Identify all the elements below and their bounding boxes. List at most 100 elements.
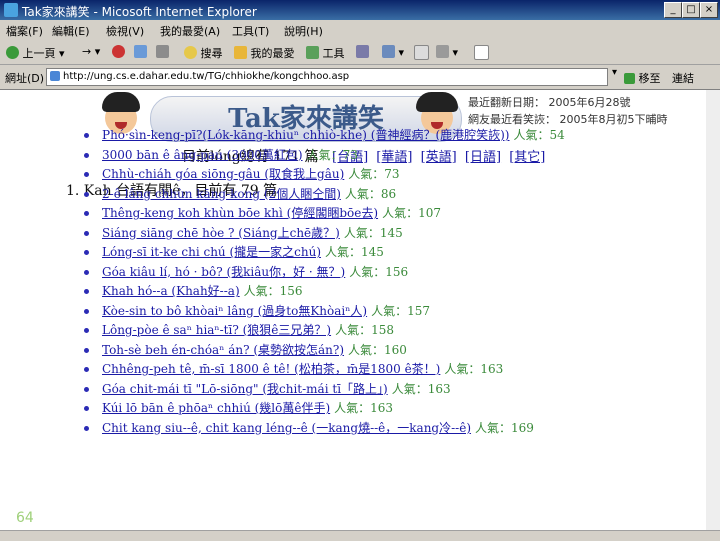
window-title: Tak家來講笑 - Micosoft Internet Explorer: [22, 5, 257, 19]
joke-link[interactable]: Chit kang siu--ê, chit kang léng--ê (一ka…: [102, 421, 471, 435]
joke-link[interactable]: 2-ê lâng chhùn kāng-kong (2個人睏仝間): [102, 187, 341, 201]
page-number: 64: [16, 510, 34, 526]
list-item: Kúi lō bān ê phōaⁿ chhiú (幾lō萬ê伴手) 人氣：163: [84, 399, 565, 419]
bullet-icon: [84, 269, 89, 275]
last-updated: 最近翻新日期： 2005年6月28號: [468, 96, 631, 109]
mail-icon: [414, 45, 429, 60]
bullet-icon: [84, 328, 89, 333]
minimize-button[interactable]: _: [664, 2, 682, 18]
popularity-count: 人氣：156: [243, 284, 303, 298]
stop-button[interactable]: [112, 45, 125, 59]
list-item: 2-ê lâng chhùn kāng-kong (2個人睏仝間) 人氣：86: [84, 185, 565, 205]
list-item: Thêng-keng koh khùn bōe khì (停經閣睏bōe去) 人氣…: [84, 204, 565, 224]
joke-link[interactable]: Kúi lō bān ê phōaⁿ chhiú (幾lō萬ê伴手): [102, 401, 330, 415]
menu-view[interactable]: 檢視(V): [106, 23, 144, 39]
search-button[interactable]: 搜尋: [184, 45, 223, 61]
favorites-button[interactable]: 我的最愛: [234, 45, 295, 61]
edit-page-icon: [474, 45, 489, 60]
mail-button[interactable]: [414, 45, 429, 61]
joke-link[interactable]: Lông-pòe ê saⁿ hiaⁿ-tī? (狼狽ê三兄弟？): [102, 323, 331, 337]
page-icon: [50, 71, 60, 81]
popularity-count: 人氣：86: [344, 186, 397, 201]
update-info: 最近翻新日期： 2005年6月28號 網友最近看笑詼： 2005年8月初5下晡時: [468, 94, 668, 128]
bullet-icon: [84, 152, 89, 158]
list-item: Góa chit-mái tī "Lō-siōng" (我chit-mái tī…: [84, 380, 565, 400]
toolbar: 上一頁 ▾ → ▾ 搜尋 我的最愛 工具 ▾ ▾: [0, 40, 720, 65]
stop-icon: [112, 45, 125, 58]
back-arrow-icon: [6, 46, 19, 59]
close-button[interactable]: ×: [700, 2, 718, 18]
joke-link[interactable]: 3000 bān ê âng-pau (3000萬紅包): [102, 148, 303, 162]
bullet-icon: [84, 250, 89, 255]
joke-link[interactable]: Kòe-sin to bô khòaiⁿ lâng (過身to無Khòaiⁿ人): [102, 304, 367, 318]
list-item: Lông-pòe ê saⁿ hiaⁿ-tī? (狼狽ê三兄弟？) 人氣：158: [84, 321, 565, 341]
back-button[interactable]: 上一頁 ▾: [6, 45, 65, 61]
maximize-button[interactable]: □: [682, 2, 700, 18]
history-button[interactable]: ▾: [382, 45, 404, 59]
address-label: 網址(D): [5, 72, 45, 85]
popularity-count: 人氣：54: [513, 128, 565, 142]
popularity-count: 人氣：163: [444, 362, 504, 376]
go-button[interactable]: 移至: [624, 70, 661, 86]
links-button[interactable]: 連結: [672, 70, 694, 86]
joke-link[interactable]: Góa chit-mái tī "Lō-siōng" (我chit-mái tī…: [102, 382, 388, 396]
media-button[interactable]: [356, 45, 369, 59]
ie-app-icon: [4, 3, 18, 17]
bullet-icon: [84, 172, 89, 177]
bullet-icon: [84, 406, 89, 411]
bullet-icon: [84, 367, 89, 372]
address-bar: 網址(D) http://ung.cs.e.dahar.edu.tw/TG/ch…: [0, 65, 720, 90]
menu-favorites[interactable]: 我的最愛(A): [160, 23, 220, 39]
joke-link[interactable]: Góa kiâu lí, hó · bô? (我kiâu你，好 · 無？): [102, 265, 345, 279]
popularity-count: 人氣：163: [334, 401, 394, 415]
print-button[interactable]: ▾: [436, 45, 458, 59]
bullet-icon: [84, 191, 89, 197]
popularity-count: 人氣：157: [371, 303, 431, 318]
bullet-icon: [84, 211, 89, 216]
list-item: Lóng-sī it-ke chi chú (攏是一家之chú) 人氣：145: [84, 243, 565, 263]
address-input[interactable]: http://ung.cs.e.dahar.edu.tw/TG/chhiokhe…: [46, 68, 608, 86]
popularity-count: 人氣：158: [335, 323, 394, 337]
forward-button[interactable]: → ▾: [82, 45, 100, 58]
refresh-button[interactable]: [134, 45, 147, 59]
list-item: Chhù-chiáh góa siōng-gâu (取食我上gâu) 人氣：73: [84, 165, 565, 185]
list-item: Phó·sìn-keng-pī?(Lók-kāng-khiuⁿ chhiò-kh…: [84, 126, 565, 146]
search-icon: [184, 46, 197, 59]
popularity-count: 人氣：169: [475, 420, 534, 435]
vertical-scrollbar[interactable]: [706, 90, 720, 530]
joke-link[interactable]: Thêng-keng koh khùn bōe khì (停經閣睏bōe去): [102, 206, 378, 220]
popularity-count: 人氣：145: [325, 245, 384, 259]
joke-link[interactable]: Chhù-chiáh góa siōng-gâu (取食我上gâu): [102, 167, 344, 181]
menu-tools[interactable]: 工具(T): [232, 23, 269, 39]
menu-help[interactable]: 說明(H): [284, 23, 323, 39]
bullet-icon: [84, 347, 89, 353]
bullet-icon: [84, 425, 89, 431]
joke-link[interactable]: Toh-sè beh én-chóaⁿ án? (桌勢欲按怎án?): [102, 343, 344, 357]
joke-list: Phó·sìn-keng-pī?(Lók-kāng-khiuⁿ chhiò-kh…: [84, 126, 565, 438]
joke-link[interactable]: Lóng-sī it-ke chi chú (攏是一家之chú): [102, 245, 321, 259]
popularity-count: 人氣：145: [343, 225, 403, 240]
address-dropdown-icon[interactable]: ▾: [612, 67, 617, 78]
list-item: 3000 bān ê âng-pau (3000萬紅包) 人氣：73: [84, 146, 565, 166]
list-item: Khah hó--a (Khah好--a) 人氣：156: [84, 282, 565, 302]
menu-edit[interactable]: 編輯(E): [52, 23, 90, 39]
joke-link[interactable]: Chhêng-peh tê, m̄-sī 1800 ê tê! (松柏茶，m̄是…: [102, 362, 440, 376]
bullet-icon: [84, 230, 89, 236]
menu-file[interactable]: 檔案(F): [6, 23, 43, 39]
tools-icon: [306, 46, 319, 59]
go-arrow-icon: [624, 73, 635, 84]
joke-link[interactable]: Siáng siāng chē hòe ? (Siáng上chē歲？): [102, 226, 340, 240]
edit-page-button[interactable]: [474, 45, 489, 61]
home-button[interactable]: [156, 45, 169, 59]
popularity-count: 人氣：160: [348, 342, 407, 357]
list-item: Kòe-sin to bô khòaiⁿ lâng (過身to無Khòaiⁿ人)…: [84, 302, 565, 322]
joke-link[interactable]: Phó·sìn-keng-pī?(Lók-kāng-khiuⁿ chhiò-kh…: [102, 128, 510, 142]
joke-link[interactable]: Khah hó--a (Khah好--a): [102, 284, 240, 298]
status-bar: [0, 530, 720, 541]
popularity-count: 人氣：107: [382, 206, 441, 220]
history-icon: [382, 45, 395, 58]
bullet-icon: [84, 386, 89, 392]
media-icon: [356, 45, 369, 58]
bullet-icon: [84, 133, 89, 138]
tools-button[interactable]: 工具: [306, 45, 345, 61]
